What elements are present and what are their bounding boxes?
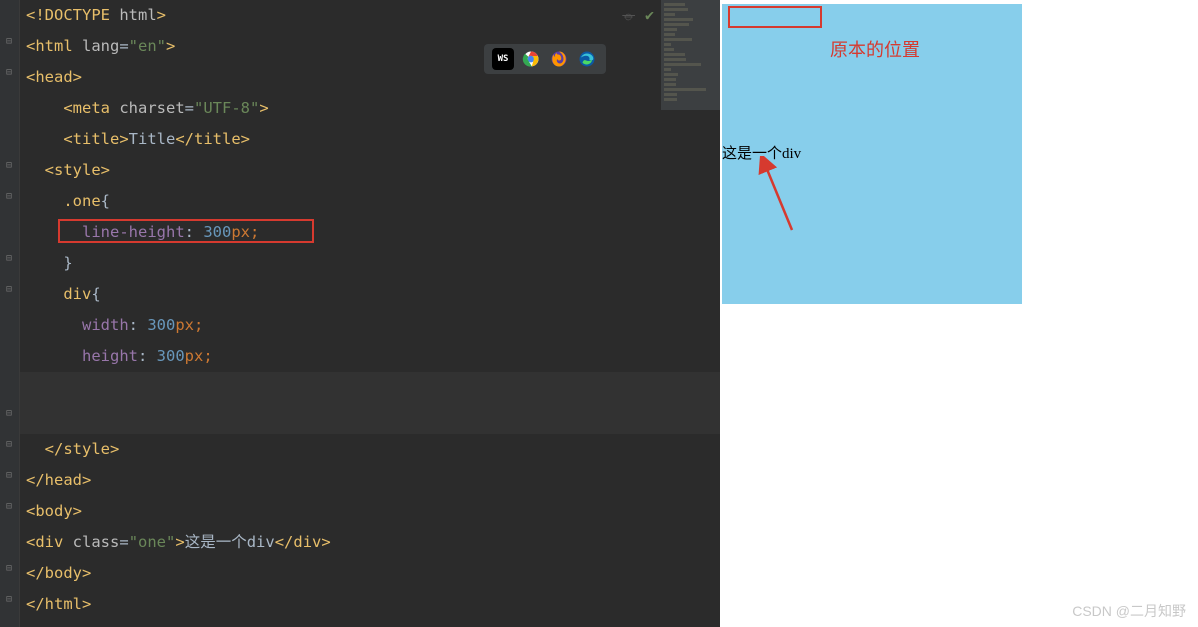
minimap[interactable] [660,0,720,110]
code-line[interactable]: <style> [26,155,714,186]
code-line[interactable]: </style> [26,434,714,465]
firefox-icon[interactable] [548,48,570,70]
browser-launch-bar: WS [484,44,606,74]
inspection-icons: ⦵ ✔ [622,6,654,24]
code-line[interactable]: <head> [26,62,714,93]
code-line[interactable]: width: 300px; [26,310,714,341]
watermark: CSDN @二月知野 [1072,601,1186,621]
editor-gutter: ⊟ ⊟ ⊟ ⊟ ⊟ ⊟ ⊟ ⊟ ⊟ ⊟ ⊟ ⊟ [0,0,20,627]
browser-preview-pane: 这是一个div 原本的位置 [720,0,1198,627]
code-line[interactable]: height: 300px; [26,341,714,372]
code-line[interactable]: </head> [26,465,714,496]
code-area[interactable]: <!DOCTYPE html><html lang="en"><head> <m… [20,0,720,627]
code-editor-pane[interactable]: ⊟ ⊟ ⊟ ⊟ ⊟ ⊟ ⊟ ⊟ ⊟ ⊟ ⊟ ⊟ <!DOCTYPE html><… [0,0,720,627]
code-line[interactable]: </html> [26,589,714,620]
annotation-original-position: 原本的位置 [830,36,920,62]
code-line[interactable]: div{ [26,279,714,310]
no-problems-icon[interactable]: ⦵ [622,6,635,24]
code-line[interactable]: <div class="one">这是一个div</div> [26,527,714,558]
code-line[interactable]: <!DOCTYPE html> [26,0,714,31]
code-line[interactable]: <html lang="en"> [26,31,714,62]
check-icon[interactable]: ✔ [645,6,654,24]
code-line[interactable]: line-height: 300px; [26,217,714,248]
code-line[interactable]: <meta charset="UTF-8"> [26,93,714,124]
code-line[interactable]: .one{ [26,186,714,217]
edge-icon[interactable] [576,48,598,70]
code-line[interactable]: <body> [26,496,714,527]
highlight-original-position [728,6,822,28]
code-line[interactable]: } [26,248,714,279]
arrow-icon [752,156,802,234]
chrome-icon[interactable] [520,48,542,70]
code-line[interactable]: </body> [26,558,714,589]
code-line[interactable]: <title>Title</title> [26,124,714,155]
webstorm-icon[interactable]: WS [492,48,514,70]
